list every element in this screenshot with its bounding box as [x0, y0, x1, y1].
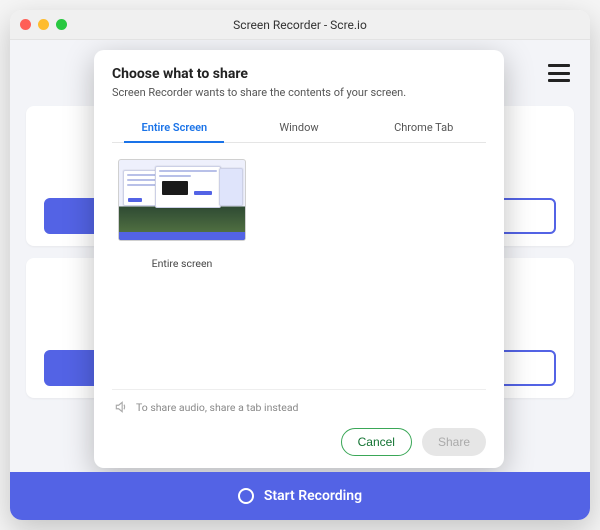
tab-label: Chrome Tab — [394, 121, 453, 134]
share-options-grid: Entire screen — [112, 143, 486, 389]
tab-window[interactable]: Window — [237, 113, 362, 142]
button-label: Cancel — [358, 435, 395, 449]
screen-thumbnail — [118, 159, 246, 241]
app-body: Choose what to share Screen Recorder wan… — [10, 40, 590, 472]
dialog-subtitle: Screen Recorder wants to share the conte… — [112, 86, 486, 99]
start-recording-label: Start Recording — [264, 488, 362, 504]
audio-hint: To share audio, share a tab instead — [112, 389, 486, 416]
tab-label: Entire Screen — [141, 121, 207, 134]
speaker-icon — [114, 400, 128, 414]
start-recording-button[interactable]: Start Recording — [10, 472, 590, 520]
window-title: Screen Recorder - Scre.io — [10, 18, 590, 32]
share-tabs: Entire Screen Window Chrome Tab — [112, 113, 486, 143]
share-option-label: Entire screen — [152, 257, 213, 270]
share-picker-dialog: Choose what to share Screen Recorder wan… — [94, 50, 504, 468]
button-label: Share — [438, 435, 470, 449]
minimize-window-button[interactable] — [38, 19, 49, 30]
maximize-window-button[interactable] — [56, 19, 67, 30]
dialog-title: Choose what to share — [112, 66, 486, 82]
window-controls — [20, 19, 67, 30]
tab-entire-screen[interactable]: Entire Screen — [112, 113, 237, 142]
app-window: Screen Recorder - Scre.io Choose what to… — [10, 10, 590, 520]
share-button: Share — [422, 428, 486, 456]
audio-hint-text: To share audio, share a tab instead — [136, 401, 298, 414]
record-icon — [238, 488, 254, 504]
tab-label: Window — [279, 121, 318, 134]
titlebar: Screen Recorder - Scre.io — [10, 10, 590, 40]
share-option-entire-screen[interactable]: Entire screen — [116, 159, 248, 270]
hamburger-menu-icon[interactable] — [548, 64, 570, 82]
close-window-button[interactable] — [20, 19, 31, 30]
dialog-actions: Cancel Share — [112, 416, 486, 456]
cancel-button[interactable]: Cancel — [341, 428, 412, 456]
tab-chrome-tab[interactable]: Chrome Tab — [361, 113, 486, 142]
